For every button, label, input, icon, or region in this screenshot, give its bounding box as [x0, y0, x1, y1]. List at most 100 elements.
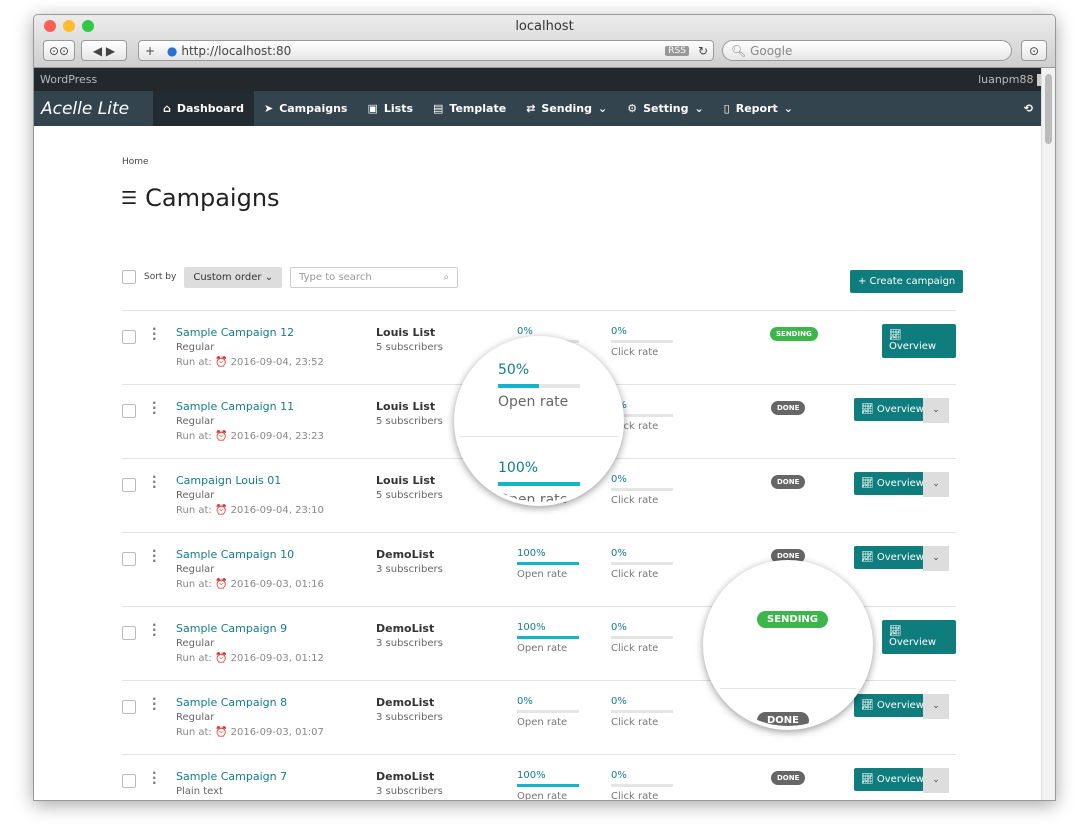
chart-icon: 📈︎	[861, 404, 874, 415]
row-checkbox[interactable]	[122, 552, 136, 566]
list-name: Louis List	[376, 474, 436, 487]
nav-report[interactable]: ▯ Report ⌄	[714, 91, 803, 126]
overview-button[interactable]: 📈︎ Overview	[882, 324, 956, 358]
plus-icon[interactable]: +	[145, 44, 155, 58]
drag-handle-icon[interactable]: · · ·	[152, 397, 157, 419]
actions-dropdown-button[interactable]: ⌄	[923, 694, 949, 719]
table-row: · · · Sample Campaign 7 Plain text DemoLis…	[122, 754, 956, 800]
list-name: Louis List	[376, 326, 436, 339]
campaign-name-link[interactable]: Sample Campaign 11	[176, 400, 294, 413]
drag-handle-icon[interactable]: · · ·	[152, 471, 157, 493]
breadcrumb[interactable]: Home	[122, 157, 149, 167]
campaign-type: Regular	[176, 638, 215, 649]
drag-handle-icon[interactable]: · · ·	[152, 323, 157, 345]
campaign-type: Plain text	[176, 786, 223, 797]
globe-icon: ●	[166, 43, 178, 58]
row-checkbox[interactable]	[122, 404, 136, 418]
scrollbar-thumb[interactable]	[1045, 74, 1052, 144]
campaign-name-link[interactable]: Campaign Louis 01	[176, 474, 281, 487]
select-all-checkbox[interactable]	[122, 270, 136, 284]
actions-dropdown-button[interactable]: ⌄	[923, 398, 949, 423]
back-forward-buttons[interactable]: ◀ ▶	[81, 40, 127, 61]
magnifier-status: SENDING DONE	[703, 560, 873, 730]
alarm-clock-icon: ⏰	[214, 579, 228, 590]
row-checkbox[interactable]	[122, 700, 136, 714]
campaign-name-link[interactable]: Sample Campaign 9	[176, 622, 287, 635]
row-checkbox[interactable]	[122, 626, 136, 640]
nav-campaigns[interactable]: ➤ Campaigns	[254, 91, 358, 126]
subscriber-count: 3 subscribers	[376, 638, 443, 649]
nav-setting[interactable]: ⚙ Setting ⌄	[617, 91, 713, 126]
scrollbar[interactable]	[1041, 68, 1055, 800]
click-rate: 0%Click rate	[611, 770, 673, 800]
address-bar[interactable]: + ● http://localhost:80 RSS ↻	[138, 40, 714, 61]
list-icon: ☰	[121, 187, 138, 209]
search-icon: 🔍︎	[731, 43, 751, 58]
row-checkbox[interactable]	[122, 330, 136, 344]
create-campaign-button[interactable]: + Create campaign	[850, 270, 964, 293]
alarm-clock-icon: ⏰	[214, 505, 228, 516]
row-checkbox[interactable]	[122, 478, 136, 492]
search-input[interactable]: Type to search ⌕	[290, 266, 459, 288]
click-rate-bar	[611, 340, 673, 343]
campaign-type: Regular	[176, 712, 215, 723]
user-link[interactable]: luanpm88	[978, 73, 1049, 86]
alarm-clock-icon: ⏰	[214, 727, 228, 738]
click-rate: 0%Click rate	[611, 696, 673, 728]
chart-icon: 📈︎	[889, 626, 902, 637]
open-rate-bar	[517, 562, 579, 565]
actions-dropdown-button[interactable]: ⌄	[923, 546, 949, 571]
campaign-name-link[interactable]: Sample Campaign 8	[176, 696, 287, 709]
toolbar: Sort by Custom order ⌄ Type to search ⌕	[122, 265, 941, 289]
drag-handle-icon[interactable]: · · ·	[152, 693, 157, 715]
run-at: Run at: ⏰ 2016-09-03, 01:07	[176, 727, 324, 738]
nav-dashboard[interactable]: ⌂ Dashboard	[153, 91, 254, 126]
overview-button[interactable]: 📈︎ Overview	[882, 620, 956, 654]
reader-button[interactable]: ⊙⊙	[43, 40, 75, 61]
sort-select[interactable]: Custom order ⌄	[184, 266, 283, 288]
campaign-name-link[interactable]: Sample Campaign 7	[176, 770, 287, 783]
click-rate-bar	[611, 488, 673, 491]
run-at: Run at: ⏰ 2016-09-03, 01:12	[176, 653, 324, 664]
logo[interactable]: Acelle Lite	[34, 99, 153, 119]
campaign-name-link[interactable]: Sample Campaign 10	[176, 548, 294, 561]
open-rate: 100%Open rate	[517, 770, 579, 800]
rss-badge[interactable]: RSS	[665, 45, 689, 56]
overview-button[interactable]: 📈︎ Overview	[854, 546, 931, 569]
chart-icon: 📈︎	[889, 330, 902, 341]
drag-handle-icon[interactable]: · · ·	[152, 545, 157, 567]
chart-icon: 📈︎	[861, 552, 874, 563]
drag-handle-icon[interactable]: · · ·	[152, 767, 157, 789]
wordpress-link[interactable]: WordPress	[40, 73, 97, 86]
actions-dropdown-button[interactable]: ⌄	[923, 472, 949, 497]
status-badge: DONE	[771, 475, 806, 489]
list-name: DemoList	[376, 696, 435, 709]
sort-label: Sort by	[144, 272, 177, 282]
history-icon: ⟲	[1023, 102, 1033, 115]
exchange-icon: ⇄	[526, 102, 536, 115]
nav-lists[interactable]: ▣ Lists	[357, 91, 423, 126]
overview-button[interactable]: 📈︎ Overview	[854, 472, 931, 495]
alarm-clock-icon: ⏰	[214, 653, 228, 664]
file-icon: ▯	[723, 102, 730, 115]
chevron-down-icon: ⌄	[597, 102, 608, 115]
campaign-name-link[interactable]: Sample Campaign 12	[176, 326, 294, 339]
actions-dropdown-button[interactable]: ⌄	[923, 768, 949, 793]
title-bar: localhost ⊙⊙ ◀ ▶ + ● http://localhost:80 R…	[34, 15, 1055, 68]
run-at: Run at: ⏰ 2016-09-04, 23:10	[176, 505, 324, 516]
template-icon: ▤	[433, 102, 444, 115]
search-field[interactable]: 🔍︎ Google	[722, 40, 1012, 61]
overview-button[interactable]: 📈︎ Overview	[854, 398, 931, 421]
reload-icon[interactable]: ↻	[693, 44, 713, 58]
chart-icon: 📈︎	[861, 774, 874, 785]
row-checkbox[interactable]	[122, 774, 136, 788]
overview-button[interactable]: 📈︎ Overview	[854, 694, 931, 717]
drag-handle-icon[interactable]: · · ·	[152, 619, 157, 641]
overview-button[interactable]: 📈︎ Overview	[854, 768, 931, 791]
campaign-type: Regular	[176, 490, 215, 501]
download-button[interactable]: ⊙	[1021, 40, 1047, 61]
nav-sending[interactable]: ⇄ Sending ⌄	[516, 91, 617, 126]
nav-template[interactable]: ▤ Template	[423, 91, 516, 126]
campaign-type: Regular	[176, 416, 215, 427]
status-badge: DONE	[771, 771, 806, 785]
